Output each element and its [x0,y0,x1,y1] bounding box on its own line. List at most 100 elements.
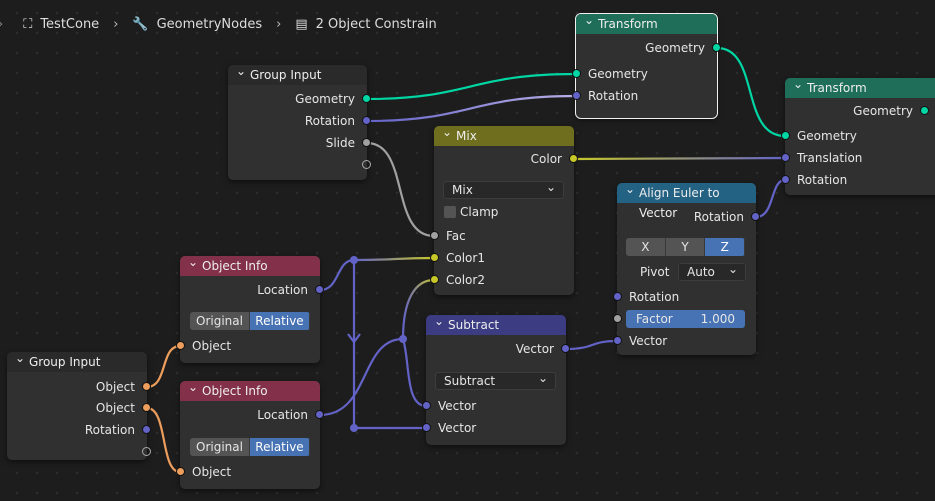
transform-node[interactable]: Transform Geometry Geometry Translation … [781,74,935,195]
socket[interactable] [430,275,439,284]
socket[interactable] [362,116,371,125]
reroute-node[interactable] [350,256,358,264]
output-location: Location [257,283,308,297]
empty-socket[interactable] [142,447,151,456]
breadcrumb-nodegroup[interactable]: 2 Object Constrain [316,17,437,32]
vector-math-subtract-node[interactable]: Subtract Vector Subtract Vector Vector [422,311,570,445]
socket[interactable] [712,43,721,52]
factor-field[interactable]: Factor 1.000 [626,310,745,328]
chevron-right-icon: › [276,16,282,32]
input-rotation: Rotation [797,173,848,187]
output-object: Object [95,401,135,415]
operation-dropdown[interactable]: Subtract [435,370,556,390]
link [565,339,618,351]
node-header[interactable]: Subtract [426,311,566,335]
axis-selector[interactable]: X Y Z [626,238,745,256]
link [366,94,577,123]
clamp-checkbox[interactable] [444,206,456,218]
socket[interactable] [430,253,439,262]
socket[interactable] [613,292,622,301]
input-vector: Vector [438,421,477,435]
empty-socket[interactable] [362,160,371,169]
socket[interactable] [430,231,439,240]
node-header[interactable]: Transform [576,10,717,34]
node-header[interactable]: Group Input [7,348,147,372]
node-header[interactable]: Transform [785,74,935,98]
group-input-node[interactable]: Group Input Geometry Rotation Slide [228,61,371,180]
link [573,156,786,161]
socket[interactable] [569,154,578,163]
chevron-right-icon: › [113,16,119,32]
socket[interactable] [362,138,371,147]
mode-relative[interactable]: Relative [250,438,310,456]
input-vector: Vector [629,334,668,348]
link [755,178,786,219]
socket[interactable] [315,410,324,419]
socket[interactable] [613,314,622,323]
axis-y[interactable]: Y [665,238,706,256]
node-header[interactable]: Align Euler to Vector [617,179,756,220]
align-euler-to-vector-node[interactable]: Align Euler to Vector Rotation X Y Z Piv… [613,179,760,355]
output-rotation: Rotation [304,114,355,128]
input-fac: Fac [446,229,466,243]
blend-mode-dropdown[interactable]: Mix [443,179,564,199]
input-color1: Color1 [446,251,485,265]
mode-original[interactable]: Original [190,312,250,330]
socket[interactable] [422,401,431,410]
input-object: Object [192,465,232,479]
link [146,344,181,389]
wrench-icon: 🔧 [132,16,149,32]
socket[interactable] [362,94,371,103]
socket[interactable] [781,153,790,162]
node-header[interactable]: Group Input [228,61,367,85]
link [401,338,427,408]
breadcrumb: › ⛶ TestCone › 🔧 GeometryNodes › ▤ 2 Obj… [0,13,437,35]
input-geometry: Geometry [588,67,648,81]
breadcrumb-object[interactable]: TestCone [40,17,99,32]
socket[interactable] [561,344,570,353]
mix-node[interactable]: Mix Color Mix Clamp Fac Color1 Color2 [430,122,578,295]
object-info-node[interactable]: Object Info Location Original Relative O… [176,377,324,489]
reroute-node[interactable] [350,424,358,432]
socket[interactable] [176,341,185,350]
node-header[interactable]: Object Info [180,377,320,401]
input-object: Object [192,339,232,353]
socket[interactable] [613,336,622,345]
object-icon: ⛶ [23,16,33,32]
input-translation: Translation [797,151,863,165]
object-info-node[interactable]: Object Info Location Original Relative O… [176,252,324,363]
breadcrumb-modifier[interactable]: GeometryNodes [157,17,263,32]
pivot-dropdown[interactable]: Auto [678,261,746,281]
socket[interactable] [176,467,185,476]
output-geometry: Geometry [295,92,355,106]
output-color: Color [530,152,562,166]
output-vector: Vector [515,342,554,356]
node-header[interactable]: Mix [434,122,574,146]
link [352,260,426,430]
transform-space-selector[interactable]: Original Relative [190,438,310,456]
transform-space-selector[interactable]: Original Relative [190,312,310,330]
socket[interactable] [572,69,581,78]
axis-x[interactable]: X [626,238,666,256]
node-header[interactable]: Object Info [180,252,320,276]
socket[interactable] [920,106,929,115]
socket[interactable] [142,403,151,412]
mode-relative[interactable]: Relative [250,312,310,330]
output-rotation: Rotation [84,423,135,437]
mode-original[interactable]: Original [190,438,250,456]
link [366,141,435,238]
socket[interactable] [315,285,324,294]
input-vector: Vector [438,399,477,413]
socket[interactable] [142,425,151,434]
link [716,46,786,138]
socket[interactable] [781,175,790,184]
transform-node[interactable]: Transform Geometry Geometry Rotation [572,10,721,119]
socket[interactable] [751,212,760,221]
socket[interactable] [572,91,581,100]
socket[interactable] [422,423,431,432]
group-input-node[interactable]: Group Input Object Object Rotation [7,348,151,460]
socket[interactable] [781,131,790,140]
socket[interactable] [142,382,151,391]
reroute-node[interactable] [399,335,407,343]
axis-z[interactable]: Z [705,238,745,256]
